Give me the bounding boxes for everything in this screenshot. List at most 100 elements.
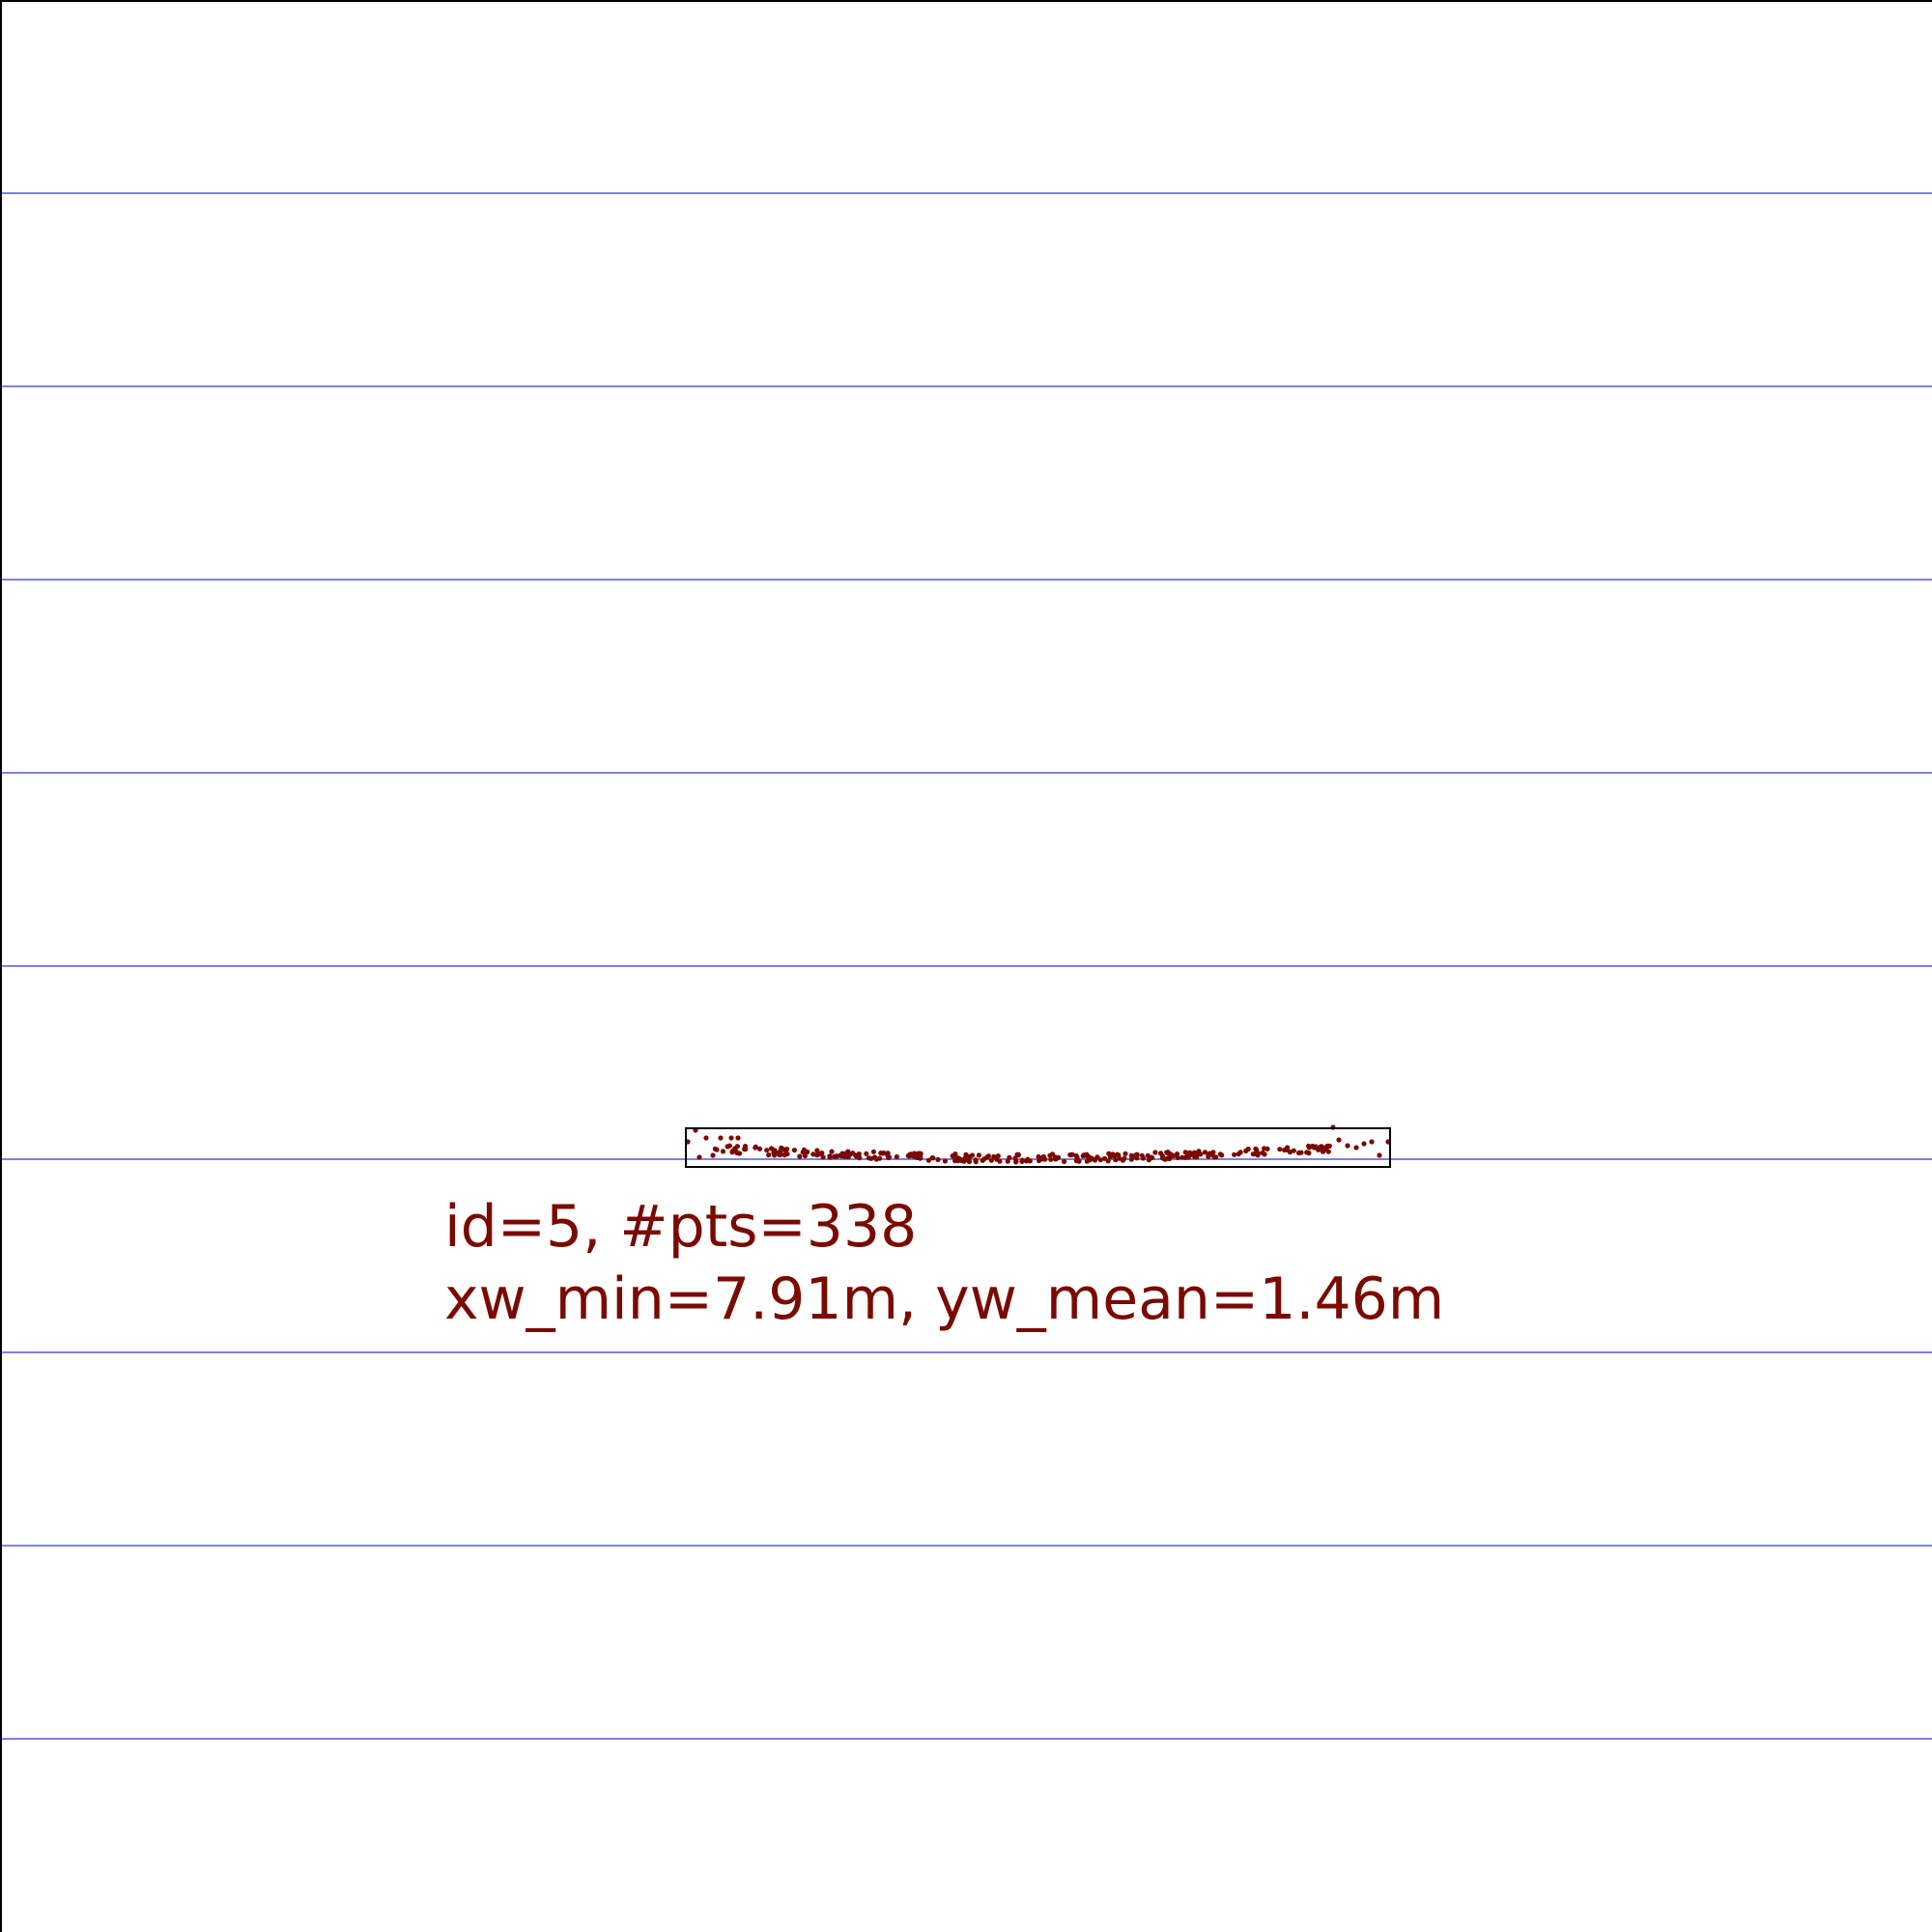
cluster-point (1322, 1147, 1328, 1152)
cluster-point (1042, 1156, 1048, 1162)
grid-lines (0, 192, 1932, 1740)
cluster-point (1062, 1158, 1067, 1164)
cluster-point (1262, 1146, 1267, 1151)
cluster-point (1012, 1155, 1018, 1161)
cluster-point (994, 1156, 1000, 1162)
cluster-point (1202, 1150, 1208, 1155)
cluster-label-line2: xw_min=7.91m, yw_mean=1.46m (444, 1265, 1444, 1333)
cluster-point (791, 1148, 798, 1153)
cluster-point (1025, 1156, 1031, 1162)
cluster-point (1295, 1150, 1302, 1156)
cluster-point (771, 1148, 777, 1153)
cluster-point (1122, 1151, 1128, 1156)
cluster-point (878, 1151, 884, 1156)
cluster-point (766, 1152, 772, 1158)
cluster-point (728, 1135, 734, 1141)
cluster-point (1253, 1146, 1259, 1151)
cluster-point (966, 1158, 973, 1165)
cluster-point (942, 1158, 949, 1164)
cluster-point (1068, 1152, 1074, 1158)
cluster-point (735, 1135, 741, 1141)
cluster-point (845, 1152, 852, 1158)
cluster-point (1048, 1156, 1054, 1162)
cluster-point (963, 1151, 969, 1157)
cluster-point (712, 1146, 719, 1151)
cluster-point (1139, 1152, 1145, 1158)
cluster-point (1080, 1153, 1086, 1159)
cluster-point (720, 1149, 726, 1154)
cluster-point (696, 1154, 702, 1160)
cluster-point (1345, 1143, 1350, 1149)
cluster-point (1019, 1158, 1025, 1164)
cluster-point (1361, 1141, 1367, 1147)
cluster-point (814, 1148, 820, 1153)
cluster-point (1049, 1151, 1056, 1157)
cluster-point (1170, 1152, 1176, 1158)
cluster-point (1232, 1151, 1237, 1157)
cluster-point (1106, 1151, 1112, 1156)
cluster-point (829, 1149, 835, 1154)
cluster-point (1243, 1148, 1249, 1153)
cluster-point (827, 1154, 833, 1160)
cluster-point (1219, 1152, 1225, 1158)
cluster-point (800, 1150, 806, 1155)
cluster-point (1353, 1145, 1359, 1151)
cluster-point (1120, 1157, 1125, 1163)
cluster-point (1282, 1147, 1288, 1153)
cluster-point (894, 1153, 900, 1160)
cluster-point (1260, 1150, 1265, 1156)
cluster-point (853, 1153, 859, 1159)
cluster-point (734, 1144, 741, 1150)
cluster-point (797, 1153, 803, 1159)
point-cluster-view: id=5, #pts=338 xw_min=7.91m, yw_mean=1.4… (0, 0, 1932, 1932)
cluster-point (1186, 1150, 1192, 1155)
cluster-point (951, 1153, 956, 1159)
cluster-point (1377, 1152, 1382, 1158)
cluster-point (864, 1151, 869, 1156)
cluster-point (973, 1159, 979, 1165)
cluster-point (1369, 1139, 1375, 1145)
cluster-point (1093, 1157, 1098, 1163)
cluster-point (1158, 1151, 1164, 1156)
cluster-point (764, 1148, 770, 1153)
cluster-point (907, 1151, 913, 1157)
cluster-point (988, 1157, 994, 1163)
cluster-point (870, 1149, 877, 1154)
cluster-point (753, 1145, 758, 1151)
cluster-point (929, 1155, 935, 1161)
cluster-point (955, 1157, 961, 1164)
cluster-point (1152, 1150, 1158, 1155)
cluster-point (1277, 1147, 1283, 1152)
cluster-point (1182, 1154, 1188, 1160)
cluster-point (710, 1152, 716, 1158)
cluster-point (1196, 1149, 1202, 1154)
cluster-point (820, 1154, 826, 1160)
cluster-point (810, 1151, 816, 1157)
cluster-point (1150, 1154, 1155, 1161)
cluster-point (1134, 1155, 1140, 1161)
cluster-point (730, 1148, 736, 1153)
cluster-point (1336, 1137, 1342, 1143)
cluster-point (1304, 1150, 1310, 1155)
cluster-point (782, 1148, 788, 1153)
cluster-point (1326, 1143, 1332, 1149)
cluster-point (935, 1156, 941, 1162)
cluster-point (1005, 1158, 1010, 1164)
cluster-label-line1: id=5, #pts=338 (444, 1193, 917, 1261)
cluster-points (685, 1124, 1391, 1165)
cluster-point (726, 1143, 733, 1149)
cluster-point (718, 1135, 724, 1141)
cluster-point (1102, 1155, 1108, 1161)
cluster-point (703, 1135, 709, 1141)
cluster-point (1115, 1151, 1121, 1157)
cluster-point (805, 1149, 810, 1155)
cluster-point (1250, 1151, 1256, 1157)
cluster-point (1076, 1158, 1082, 1164)
cluster-point (1291, 1148, 1296, 1153)
cluster-point (1056, 1154, 1062, 1160)
cluster-point (918, 1151, 923, 1156)
cluster-point (1129, 1153, 1135, 1159)
cluster-point (1175, 1151, 1180, 1157)
cluster-point (1237, 1150, 1243, 1155)
bev-canvas: id=5, #pts=338 xw_min=7.91m, yw_mean=1.4… (0, 0, 1932, 1932)
